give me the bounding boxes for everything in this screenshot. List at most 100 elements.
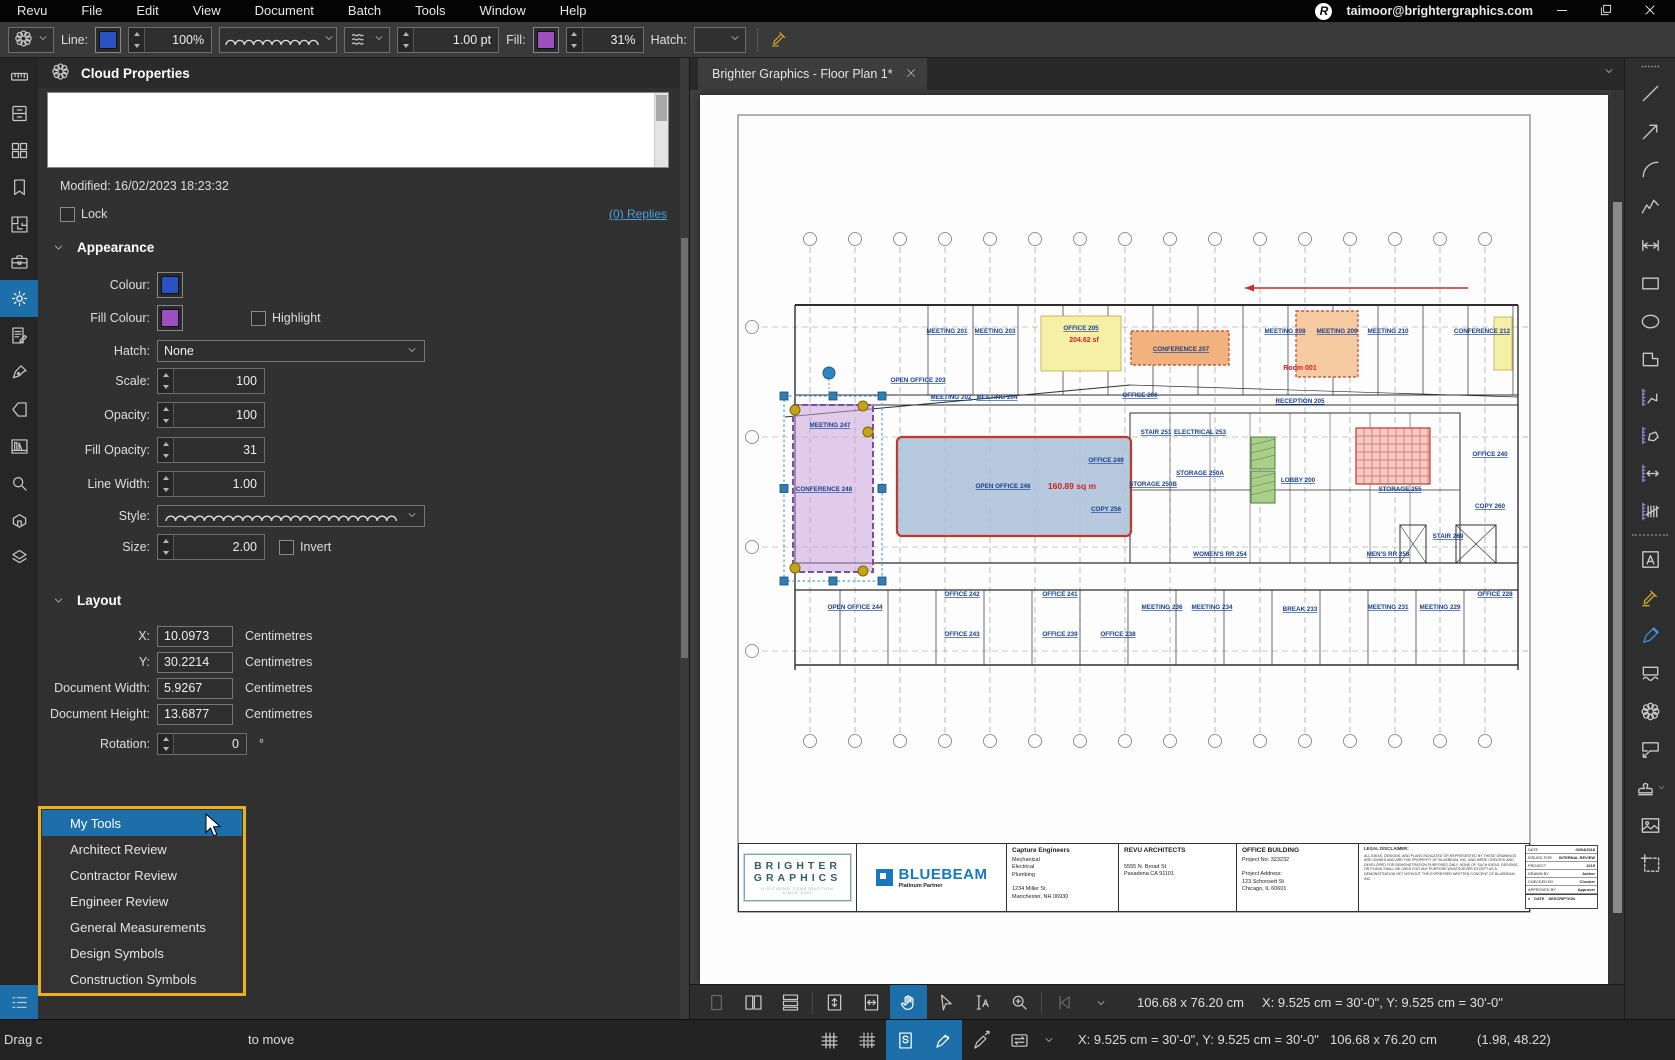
markups-list-toggle[interactable] xyxy=(0,985,38,1020)
tool-menu-item[interactable]: Construction Symbols xyxy=(42,966,242,992)
lock-checkbox[interactable]: Lock xyxy=(60,200,107,228)
sidebar-layers-icon[interactable] xyxy=(0,539,38,576)
tool-region-icon[interactable] xyxy=(1625,654,1675,692)
tool-pen-icon[interactable] xyxy=(1625,616,1675,654)
highlight-checkbox[interactable] xyxy=(251,311,266,326)
shape-dropdown[interactable] xyxy=(8,27,54,53)
size-stepper[interactable]: 2.00 xyxy=(157,534,265,560)
menu-batch[interactable]: Batch xyxy=(331,0,398,22)
sidebar-toolbox-icon[interactable] xyxy=(0,243,38,280)
vertical-scrollbar[interactable] xyxy=(1611,90,1624,985)
sidebar-file-access-icon[interactable] xyxy=(0,95,38,132)
replies-link[interactable]: (0) Replies xyxy=(609,200,667,228)
tool-menu-item[interactable]: Architect Review xyxy=(42,836,242,862)
toolbar-drag-handle-icon[interactable] xyxy=(1640,58,1661,74)
hatch-pattern-dropdown[interactable] xyxy=(344,27,390,53)
tool-line-icon[interactable] xyxy=(1625,74,1675,112)
status-doc-sync-button[interactable] xyxy=(886,1020,924,1060)
tool-cloud-icon[interactable] xyxy=(1625,692,1675,730)
tool-snapshot-icon[interactable] xyxy=(1625,844,1675,882)
style-select[interactable] xyxy=(157,505,425,527)
tool-text-box-icon[interactable] xyxy=(1625,540,1675,578)
tool-image-icon[interactable] xyxy=(1625,806,1675,844)
document-width-field[interactable]: 5.9267 xyxy=(157,678,233,699)
sidebar-bookmarks-icon[interactable] xyxy=(0,169,38,206)
sidebar-properties-gear-icon[interactable] xyxy=(0,280,38,317)
tool-dimension-icon[interactable] xyxy=(1625,226,1675,264)
tool-rectangle-icon[interactable] xyxy=(1625,264,1675,302)
tool-count-icon[interactable] xyxy=(1625,492,1675,530)
y-field[interactable]: 30.2214 xyxy=(157,652,233,673)
tabbar-chevron-icon[interactable] xyxy=(1603,64,1615,82)
scale-stepper[interactable]: 100 xyxy=(157,368,265,394)
nav-single-page-button[interactable] xyxy=(698,985,735,1020)
menu-revu[interactable]: Revu xyxy=(0,0,64,22)
minimize-button[interactable] xyxy=(1547,3,1577,20)
nav-first-page-button[interactable] xyxy=(1045,985,1082,1020)
comment-input[interactable] xyxy=(47,92,669,168)
status-chevron-down-icon[interactable] xyxy=(1038,1020,1060,1060)
layout-section-header[interactable]: Layout xyxy=(52,593,121,608)
tool-highlighter-icon[interactable] xyxy=(1625,578,1675,616)
nav-pan-button[interactable] xyxy=(890,985,927,1020)
tool-arrow-icon[interactable] xyxy=(1625,112,1675,150)
highlighter-tool-icon[interactable] xyxy=(769,28,790,52)
tool-measure-area-icon[interactable] xyxy=(1625,416,1675,454)
nav-fit-width-button[interactable] xyxy=(853,985,890,1020)
tool-menu-item[interactable]: Engineer Review xyxy=(42,888,242,914)
status-pen-arrow-button[interactable] xyxy=(962,1020,1000,1060)
nav-chevron-down-icon[interactable] xyxy=(1082,985,1119,1020)
tool-polyline-icon[interactable] xyxy=(1625,188,1675,226)
fill-opacity-value[interactable]: 31% xyxy=(583,28,643,52)
sidebar-markup-list-icon[interactable] xyxy=(0,317,38,354)
fill-opacity-stepper[interactable]: 31% xyxy=(566,27,644,53)
nav-zoom-button[interactable] xyxy=(1001,985,1038,1020)
fill-color-swatch[interactable] xyxy=(533,27,559,53)
invert-checkbox[interactable] xyxy=(279,540,294,555)
status-grid-button[interactable] xyxy=(810,1020,848,1060)
tool-menu-item[interactable]: Contractor Review xyxy=(42,862,242,888)
sidebar-spaces-icon[interactable] xyxy=(0,206,38,243)
line-style-dropdown[interactable] xyxy=(219,27,337,53)
restore-button[interactable] xyxy=(1591,3,1621,20)
status-swap-button[interactable] xyxy=(1000,1020,1038,1060)
menu-document[interactable]: Document xyxy=(238,0,331,22)
tool-polygon-icon[interactable] xyxy=(1625,340,1675,378)
sidebar-measure-ruler-icon[interactable] xyxy=(0,58,38,95)
sidebar-profiles-library-icon[interactable] xyxy=(0,428,38,465)
panel-scrollbar[interactable] xyxy=(680,58,689,1020)
tool-menu-item[interactable]: Design Symbols xyxy=(42,940,242,966)
tool-stamp-icon[interactable] xyxy=(1625,768,1675,806)
tab-close-icon[interactable] xyxy=(905,67,917,82)
nav-two-page-button[interactable] xyxy=(735,985,772,1020)
line-width-value[interactable]: 1.00 pt xyxy=(414,28,498,52)
line-color-swatch[interactable] xyxy=(95,27,121,53)
tool-measure-perimeter-icon[interactable] xyxy=(1625,378,1675,416)
sidebar-tool-chest-icon[interactable] xyxy=(0,132,38,169)
red-hatch-room[interactable] xyxy=(1356,428,1430,484)
document-height-field[interactable]: 13.6877 xyxy=(157,704,233,725)
status-markup-sync-button[interactable] xyxy=(924,1020,962,1060)
sidebar-flags-icon[interactable] xyxy=(0,391,38,428)
rotation-stepper[interactable]: 0 xyxy=(157,733,247,755)
tool-measure-length-icon[interactable] xyxy=(1625,454,1675,492)
appearance-section-header[interactable]: Appearance xyxy=(52,240,154,255)
line-width-stepper[interactable]: 1.00 pt xyxy=(397,27,499,53)
office-right-highlight[interactable] xyxy=(1494,317,1512,370)
nav-scroll-pages-button[interactable] xyxy=(772,985,809,1020)
menu-window[interactable]: Window xyxy=(463,0,543,22)
x-field[interactable]: 10.0973 xyxy=(157,626,233,647)
colour-swatch[interactable] xyxy=(157,272,183,298)
sidebar-3d-model-icon[interactable] xyxy=(0,502,38,539)
menu-file[interactable]: File xyxy=(64,0,119,22)
fill-opacity-stepper[interactable]: 31 xyxy=(157,437,265,463)
tool-arc-icon[interactable] xyxy=(1625,150,1675,188)
line-width-stepper[interactable]: 1.00 xyxy=(157,471,265,497)
document-tab[interactable]: Brighter Graphics - Floor Plan 1* xyxy=(698,58,927,90)
tool-ellipse-icon[interactable] xyxy=(1625,302,1675,340)
document-canvas[interactable]: OPEN OFFICE 203MEETING 201MEETING 203MEE… xyxy=(690,90,1625,985)
hatch-select[interactable]: None xyxy=(157,340,425,362)
comment-scrollbar[interactable] xyxy=(654,93,668,167)
fill-colour-swatch[interactable] xyxy=(157,305,183,331)
floor-plan-page[interactable]: OPEN OFFICE 203MEETING 201MEETING 203MEE… xyxy=(700,95,1608,985)
